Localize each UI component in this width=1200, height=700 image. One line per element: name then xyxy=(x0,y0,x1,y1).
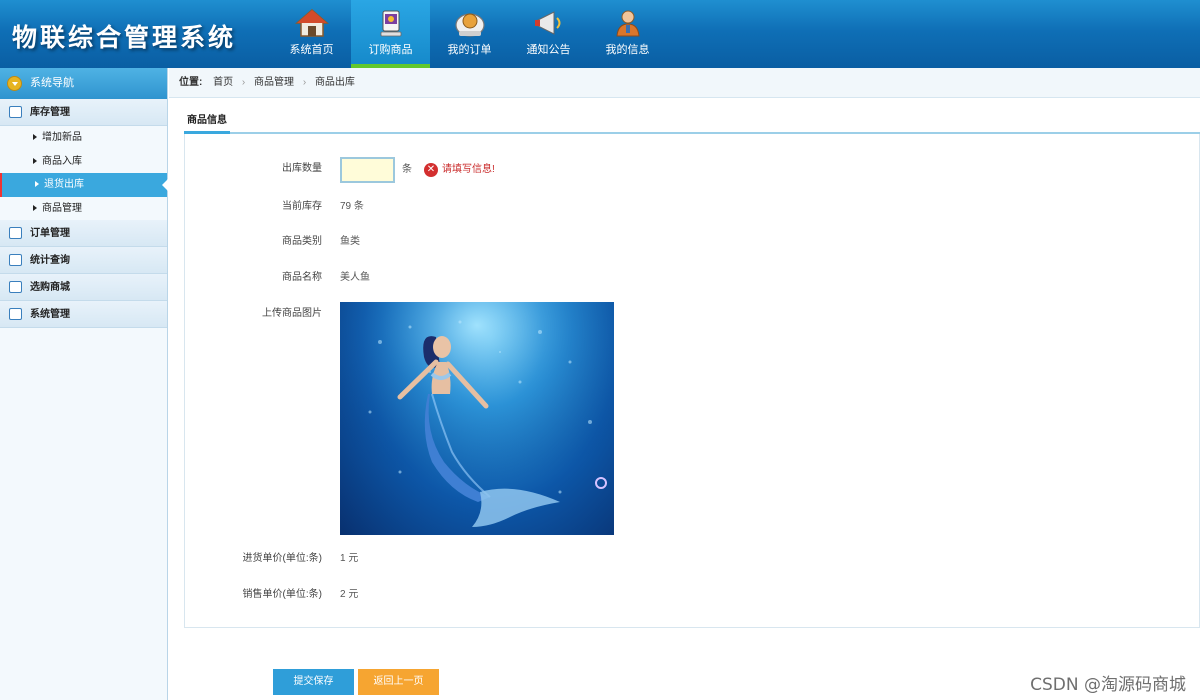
watermark: CSDN @淘源码商城 xyxy=(1030,675,1186,695)
caret-right-icon xyxy=(33,157,37,164)
stock-value: 79 条 xyxy=(340,201,364,212)
sidebar-group-orders[interactable]: 订单管理 xyxy=(0,220,167,247)
sale-price-value: 2 元 xyxy=(340,589,359,600)
breadcrumb-current: 商品出库 xyxy=(314,77,355,88)
nav-profile[interactable]: 我的信息 xyxy=(588,0,667,68)
sidebar-item-add-product[interactable]: 增加新品 xyxy=(0,126,167,150)
sidebar-header-label: 系统导航 xyxy=(30,77,74,89)
product-name-value: 美人鱼 xyxy=(340,272,370,283)
nav-home-label: 系统首页 xyxy=(289,44,334,56)
tab-bar: 商品信息 xyxy=(184,110,1200,134)
breadcrumb-separator: › xyxy=(241,77,246,88)
breadcrumb-separator: › xyxy=(302,77,307,88)
sidebar-item-label: 商品入库 xyxy=(42,155,82,167)
nav-home[interactable]: 系统首页 xyxy=(272,0,351,68)
category-value: 鱼类 xyxy=(340,236,360,247)
tab-product-info[interactable]: 商品信息 xyxy=(184,110,230,134)
sidebar: 系统导航 库存管理 增加新品 商品入库 退货出库 商品管理 订单管理 统计查询 … xyxy=(0,68,168,700)
sidebar-item-product-manage[interactable]: 商品管理 xyxy=(0,197,167,221)
order-icon xyxy=(454,13,485,37)
sidebar-item-label: 增加新品 xyxy=(42,132,82,143)
sidebar-item-stock-out[interactable]: 退货出库 xyxy=(0,173,168,197)
error-icon: ✕ xyxy=(424,163,438,177)
shopping-icon xyxy=(380,10,401,37)
quantity-input[interactable] xyxy=(340,157,395,183)
caret-right-icon xyxy=(33,204,37,211)
house-icon xyxy=(294,9,329,37)
sale-price-label: 销售单价(单位:条) xyxy=(242,589,322,600)
validation-error: ✕ 请填写信息! xyxy=(424,162,495,178)
quantity-label: 出库数量 xyxy=(282,163,322,174)
breadcrumb-home[interactable]: 首页 xyxy=(213,77,233,88)
submit-button[interactable]: 提交保存 xyxy=(273,669,354,695)
form-row-sale-price: 销售单价(单位:条) 2 元 xyxy=(184,583,1200,607)
sidebar-item-stock-in[interactable]: 商品入库 xyxy=(0,150,167,174)
product-name-label: 商品名称 xyxy=(282,272,322,283)
sidebar-item-label: 退货出库 xyxy=(44,179,84,190)
breadcrumb-product-manage[interactable]: 商品管理 xyxy=(254,77,294,88)
quantity-unit: 条 xyxy=(402,164,412,175)
sidebar-group-system[interactable]: 系统管理 xyxy=(0,301,167,328)
purchase-price-value: 1 元 xyxy=(340,553,359,564)
sidebar-group-label: 系统管理 xyxy=(30,309,70,320)
breadcrumb-label: 位置: xyxy=(179,77,203,88)
calendar-icon xyxy=(9,308,22,320)
chevron-down-icon xyxy=(7,76,22,91)
sidebar-group-label: 选购商城 xyxy=(30,282,70,293)
validation-error-text: 请填写信息! xyxy=(442,164,495,175)
nav-shopping[interactable]: 订购商品 xyxy=(351,0,430,68)
nav-notice-label: 通知公告 xyxy=(526,44,571,56)
image-label: 上传商品图片 xyxy=(262,308,322,319)
caret-right-icon xyxy=(33,134,37,140)
category-label: 商品类别 xyxy=(282,236,322,247)
list-icon xyxy=(9,106,22,118)
stock-label: 当前库存 xyxy=(282,201,322,212)
nav-shopping-label: 订购商品 xyxy=(368,44,413,56)
top-header: 物联综合管理系统 系统首页 订购商品 我的订单 通知公告 我的信息 xyxy=(0,0,1200,68)
nav-profile-label: 我的信息 xyxy=(605,44,650,56)
form-row-category: 商品类别 鱼类 xyxy=(184,230,1200,254)
nav-notice[interactable]: 通知公告 xyxy=(509,0,588,68)
sidebar-group-label: 订单管理 xyxy=(30,228,70,239)
form-row-purchase-price: 进货单价(单位:条) 1 元 xyxy=(184,547,1200,571)
nav-orders-label: 我的订单 xyxy=(447,44,492,56)
form-row-image: 上传商品图片 xyxy=(184,302,1200,326)
sidebar-group-statistics[interactable]: 统计查询 xyxy=(0,247,167,274)
nav-orders[interactable]: 我的订单 xyxy=(430,0,509,68)
sidebar-group-label: 库存管理 xyxy=(30,107,70,118)
form-row-name: 商品名称 美人鱼 xyxy=(184,266,1200,290)
sidebar-header[interactable]: 系统导航 xyxy=(0,68,167,99)
sidebar-group-mall[interactable]: 选购商城 xyxy=(0,274,167,301)
chat-icon xyxy=(9,254,22,266)
product-image xyxy=(340,302,614,535)
back-button[interactable]: 返回上一页 xyxy=(358,669,439,695)
purchase-price-label: 进货单价(单位:条) xyxy=(242,553,322,564)
sidebar-group-inventory[interactable]: 库存管理 xyxy=(0,99,167,126)
edit-icon xyxy=(9,281,22,293)
breadcrumb: 位置: 首页 › 商品管理 › 商品出库 xyxy=(169,68,1200,98)
edit-icon xyxy=(9,227,22,239)
sidebar-item-label: 商品管理 xyxy=(42,202,82,214)
app-title: 物联综合管理系统 xyxy=(12,23,237,52)
mermaid-illustration xyxy=(340,302,614,535)
form-row-stock: 当前库存 79 条 xyxy=(184,195,1200,219)
megaphone-icon xyxy=(534,11,560,35)
user-icon xyxy=(615,10,640,37)
caret-right-icon xyxy=(35,181,39,187)
sidebar-group-label: 统计查询 xyxy=(30,255,70,266)
form-row-quantity: 出库数量 条 ✕ 请填写信息! xyxy=(184,157,1200,183)
top-nav: 系统首页 订购商品 我的订单 通知公告 我的信息 xyxy=(272,0,667,68)
